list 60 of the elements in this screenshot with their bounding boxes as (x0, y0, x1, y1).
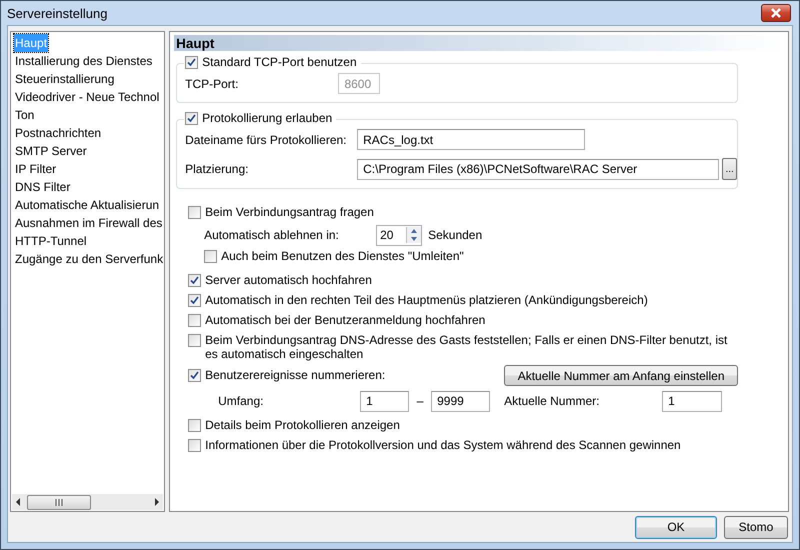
browse-button[interactable]: ... (722, 158, 738, 180)
dialog-button[interactable]: Stomo (724, 516, 788, 538)
seconds-spinbox[interactable]: 20 (376, 224, 422, 246)
checkbox-label: Automatisch bei der Benutzeranmeldung hochfahren (205, 313, 486, 327)
field-label: Umfang: (218, 394, 264, 408)
checkbox-label: Details beim Protokollieren anzeigen (205, 418, 400, 432)
filename-field[interactable]: RACs_log.txt (357, 129, 586, 150)
category-item[interactable]: IP Filter (14, 160, 58, 178)
window-title: Servereinstellung (7, 6, 108, 20)
checkbox[interactable] (188, 206, 202, 219)
category-item[interactable]: Installierung des Dienstes (14, 52, 154, 70)
right-arrow-icon[interactable] (154, 498, 160, 506)
field-label: TCP-Port: (185, 76, 238, 90)
grip-icon (54, 498, 64, 506)
checkbox[interactable] (188, 334, 202, 347)
range-from-field[interactable]: 1 (360, 390, 410, 412)
horizontal-scrollbar[interactable] (12, 494, 164, 510)
field-label: Aktuelle Nummer: (503, 394, 600, 408)
dialog-button[interactable]: OK (635, 516, 717, 538)
category-item[interactable]: Steuerinstallierung (14, 70, 116, 88)
category-item[interactable]: Ton (14, 106, 36, 124)
checkbox-label: Server automatisch hochfahren (205, 273, 372, 287)
category-item[interactable]: Zugänge zu den Serverfunk (14, 250, 164, 268)
checkbox-label: Informationen über die Protokollversion und das System während des Scannen gewinnen (205, 438, 681, 452)
checkbox[interactable] (185, 112, 198, 125)
panel-title: Haupt (176, 36, 214, 50)
checkbox-label: Beim Verbindungsantrag DNS-Adresse des Gasts feststellen; Falls er einen DNS-Filter benutzt, ist es automatisch eingeschalten (205, 333, 728, 361)
current-number-field[interactable]: 1 (662, 390, 722, 412)
checkbox[interactable] (188, 368, 202, 382)
category-item[interactable]: Automatische Aktualisierun (14, 196, 160, 214)
category-item[interactable]: Postnachrichten (14, 124, 102, 142)
set-number-button[interactable]: Aktuelle Nummer am Anfang einstellen (504, 365, 738, 386)
checkbox-label: Protokollierung erlauben (202, 111, 332, 125)
checkbox[interactable] (188, 419, 202, 432)
checkbox[interactable] (185, 56, 198, 69)
range-to-field[interactable]: 9999 (431, 390, 490, 412)
path-field[interactable]: C:\Program Files (x86)\PCNetSoftware\RAC Server (357, 158, 720, 180)
checkbox[interactable] (188, 274, 202, 287)
close-icon (770, 8, 782, 18)
checkbox[interactable] (188, 294, 202, 307)
checkbox[interactable] (188, 439, 202, 452)
field-label: Platzierung: (185, 162, 250, 176)
checkbox-label: Beim Verbindungsantrag fragen (205, 205, 374, 219)
category-item[interactable]: Videodriver - Neue Technol (14, 88, 160, 106)
checkbox-label: Auch beim Benutzen des Dienstes "Umleiten" (221, 249, 464, 263)
category-item[interactable]: SMTP Server (14, 142, 88, 160)
field-label: Automatisch ablehnen in: (204, 228, 340, 242)
checkbox[interactable] (188, 314, 202, 327)
field-label: Dateiname fürs Protokollieren: (185, 132, 348, 146)
category-item[interactable]: HTTP-Tunnel (14, 232, 88, 250)
checkbox[interactable] (204, 250, 218, 263)
category-item[interactable]: Ausnahmen im Firewall des (14, 214, 164, 232)
checkbox-label: Automatisch in den rechten Teil des Hauptmenüs platzieren (Ankündigungsbereich) (205, 293, 648, 307)
checkbox-label: Benutzerereignisse nummerieren: (205, 368, 386, 382)
unit-label: Sekunden (428, 228, 482, 242)
checkbox-label: Standard TCP-Port benutzen (202, 55, 357, 69)
category-item[interactable]: DNS Filter (14, 178, 72, 196)
close-button[interactable] (761, 4, 791, 22)
range-dash: – (416, 394, 424, 408)
left-arrow-icon[interactable] (16, 498, 21, 506)
